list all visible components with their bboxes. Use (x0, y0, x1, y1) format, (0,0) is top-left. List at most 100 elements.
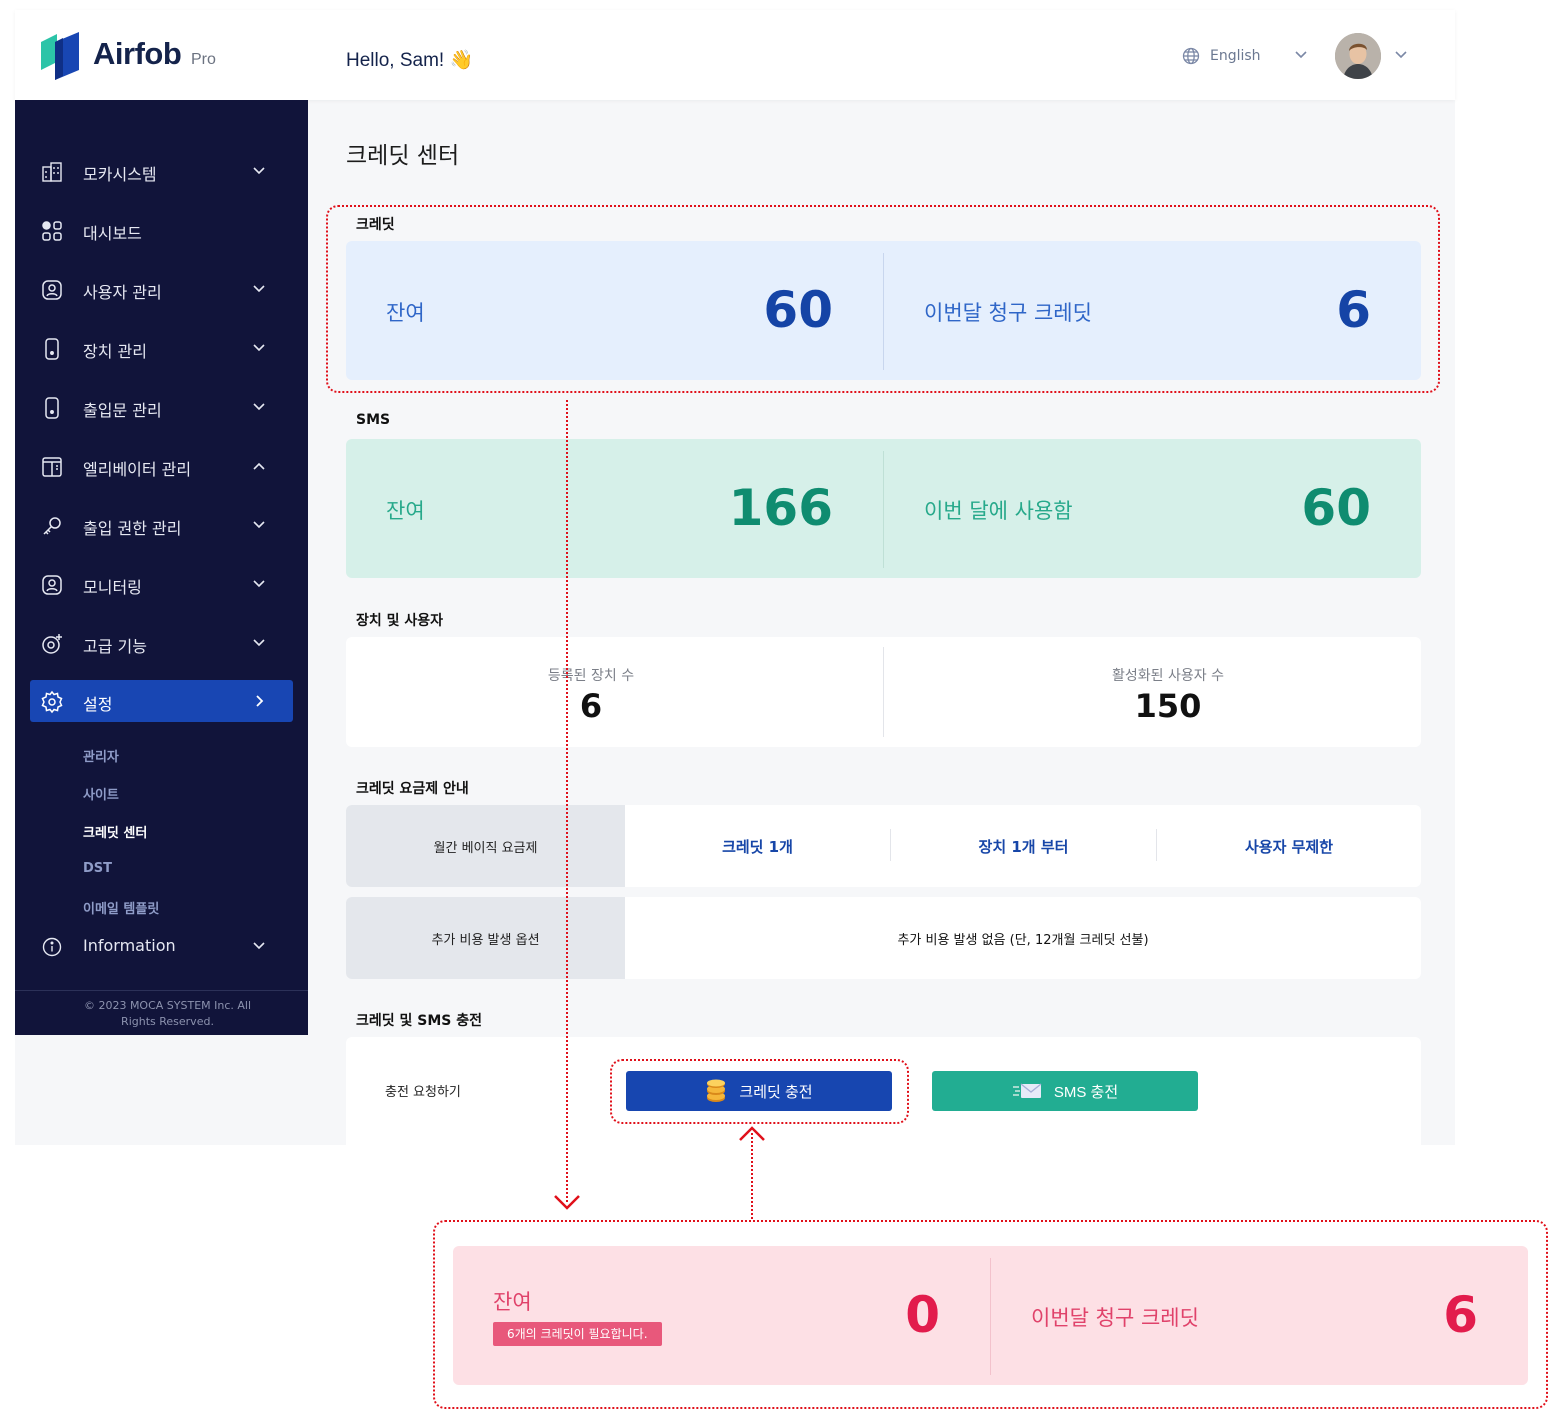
sidebar-item-users[interactable]: 사용자 관리 (30, 268, 293, 310)
chevron-down-icon[interactable] (1294, 50, 1308, 60)
card-divider (883, 451, 884, 568)
chevron-down-icon (253, 521, 265, 529)
chevron-down-icon (253, 580, 265, 588)
avatar[interactable] (1335, 33, 1381, 79)
extra-cost-row: 추가 비용 발생 옵션 추가 비용 발생 없음 (단, 12개월 크레딧 선불) (346, 897, 1421, 979)
charge-request-label: 충전 요청하기 (385, 1085, 461, 1100)
advanced-icon (42, 634, 62, 654)
basic-plan-row: 월간 베이직 요금제 크레딧 1개 장치 1개 부터 사용자 무제한 (346, 805, 1421, 887)
alert-balance-value: 0 (905, 1286, 940, 1344)
sidebar-item-information[interactable]: Information (30, 925, 293, 967)
globe-icon[interactable] (1182, 47, 1200, 65)
building-icon (42, 162, 62, 182)
sidebar-subitem-email-template[interactable]: 이메일 템플릿 (83, 898, 159, 917)
arrow-up-icon (739, 1126, 765, 1141)
envelope-icon (1012, 1083, 1042, 1098)
user-icon (42, 280, 62, 300)
sidebar-item-dashboard[interactable]: 대시보드 (30, 209, 293, 251)
sidebar-item-label: 모니터링 (83, 578, 142, 597)
sms-balance-value: 166 (728, 479, 833, 537)
chevron-down-icon (253, 403, 265, 411)
sidebar-item-label: 모카시스템 (83, 165, 157, 184)
sidebar-item-elevators[interactable]: 엘리베이터 관리 (30, 445, 293, 487)
alert-billed-label: 이번달 청구 크레딧 (1031, 1306, 1199, 1330)
sidebar-subitem-site[interactable]: 사이트 (83, 784, 119, 803)
registered-devices-value: 6 (579, 687, 603, 725)
annotation-connector-down (566, 400, 568, 1202)
sidebar-subitem-admin[interactable]: 관리자 (83, 746, 119, 765)
dashboard-grid-icon (42, 221, 62, 241)
insufficient-credit-card: 잔여 6개의 크레딧이 필요합니다. 0 이번달 청구 크레딧 6 (453, 1246, 1528, 1385)
plan-cell-credit: 크레딧 1개 (722, 837, 793, 856)
elevator-icon (42, 457, 62, 477)
sidebar-item-label: 엘리베이터 관리 (83, 460, 192, 479)
card-divider (990, 1258, 991, 1375)
chevron-down-icon (253, 285, 265, 293)
extra-cost-label: 추가 비용 발생 옵션 (346, 897, 625, 979)
sidebar-item-label: 출입문 관리 (83, 401, 162, 420)
sms-charge-button[interactable]: SMS 충전 (932, 1071, 1198, 1111)
arrow-down-icon (554, 1195, 580, 1210)
sidebar-item-advanced[interactable]: 고급 기능 (30, 622, 293, 664)
chevron-down-icon (253, 344, 265, 352)
sms-section-title: SMS (356, 412, 391, 428)
device-icon (45, 338, 59, 360)
page-title: 크레딧 센터 (346, 143, 460, 169)
sidebar-item-label: 출입 권한 관리 (83, 519, 182, 538)
sidebar-subitem-dst[interactable]: DST (83, 861, 112, 876)
chevron-down-icon (253, 639, 265, 647)
sidebar: 모카시스템 대시보드 사용자 관리 장치 관리 출입문 관리 엘리베이터 관리 (15, 100, 308, 1035)
key-icon (43, 517, 61, 535)
sidebar-item-label: 대시보드 (83, 224, 142, 243)
door-icon (45, 397, 59, 419)
sidebar-item-devices[interactable]: 장치 관리 (30, 327, 293, 369)
active-users-label: 활성화된 사용자 수 (1112, 668, 1224, 684)
sidebar-item-mocasystem[interactable]: 모카시스템 (30, 150, 293, 192)
airfob-logo-icon (41, 32, 79, 80)
monitor-user-icon (42, 575, 62, 595)
gear-icon (41, 690, 63, 714)
extra-cost-value: 추가 비용 발생 없음 (단, 12개월 크레딧 선불) (897, 932, 1149, 948)
sidebar-item-doors[interactable]: 출입문 관리 (30, 386, 293, 428)
chevron-up-icon (253, 462, 265, 470)
sidebar-item-label: 사용자 관리 (83, 283, 162, 302)
sidebar-subitem-credit-center[interactable]: 크레딧 센터 (83, 822, 147, 841)
greeting-text: Hello, Sam! 👋 (346, 50, 474, 71)
chevron-down-icon (253, 167, 265, 175)
devices-users-card: 등록된 장치 수 6 활성화된 사용자 수 150 (346, 637, 1421, 747)
charge-section-title: 크레딧 및 SMS 충전 (356, 1013, 482, 1029)
plan-section-title: 크레딧 요금제 안내 (356, 781, 469, 797)
chevron-down-icon (253, 942, 265, 950)
avatar-portrait-icon (1335, 33, 1381, 79)
info-icon (42, 937, 62, 957)
brand-name: Airfob (93, 36, 182, 71)
sidebar-item-label: 장치 관리 (83, 342, 147, 361)
sms-balance-label: 잔여 (386, 499, 425, 523)
sidebar-item-monitoring[interactable]: 모니터링 (30, 563, 293, 605)
sms-used-value: 60 (1301, 479, 1371, 537)
registered-devices-label: 등록된 장치 수 (547, 668, 635, 684)
sms-charge-label: SMS 충전 (1053, 1083, 1119, 1101)
sidebar-item-label: 고급 기능 (83, 637, 147, 656)
active-users-value: 150 (1134, 687, 1202, 725)
brand-suffix: Pro (191, 51, 216, 68)
plan-cell-users: 사용자 무제한 (1244, 837, 1334, 856)
sidebar-item-label: Information (83, 936, 176, 955)
app-window: Airfob Pro Hello, Sam! 👋 English 모카시스템 대… (15, 10, 1455, 1145)
chevron-down-icon[interactable] (1394, 50, 1408, 60)
credit-highlight-box (326, 205, 1440, 393)
chevron-right-icon (256, 695, 264, 707)
alert-balance-label: 잔여 (493, 1290, 532, 1314)
sidebar-item-label: 설정 (83, 695, 113, 714)
basic-plan-label: 월간 베이직 요금제 (346, 805, 625, 887)
language-selector[interactable]: English (1210, 48, 1261, 64)
credit-button-highlight-box (610, 1059, 909, 1124)
annotation-connector-up (751, 1133, 753, 1219)
card-divider (883, 647, 884, 737)
sidebar-item-access-rights[interactable]: 출입 권한 관리 (30, 504, 293, 546)
credit-needed-badge: 6개의 크레딧이 필요합니다. (493, 1322, 662, 1346)
copyright-text: © 2023 MOCA SYSTEM Inc. All Rights Reser… (83, 999, 252, 1028)
sms-summary-card: 잔여 166 이번 달에 사용함 60 (346, 439, 1421, 578)
plan-cell-device: 장치 1개 부터 (978, 837, 1069, 856)
sidebar-item-settings[interactable]: 설정 (30, 680, 293, 722)
